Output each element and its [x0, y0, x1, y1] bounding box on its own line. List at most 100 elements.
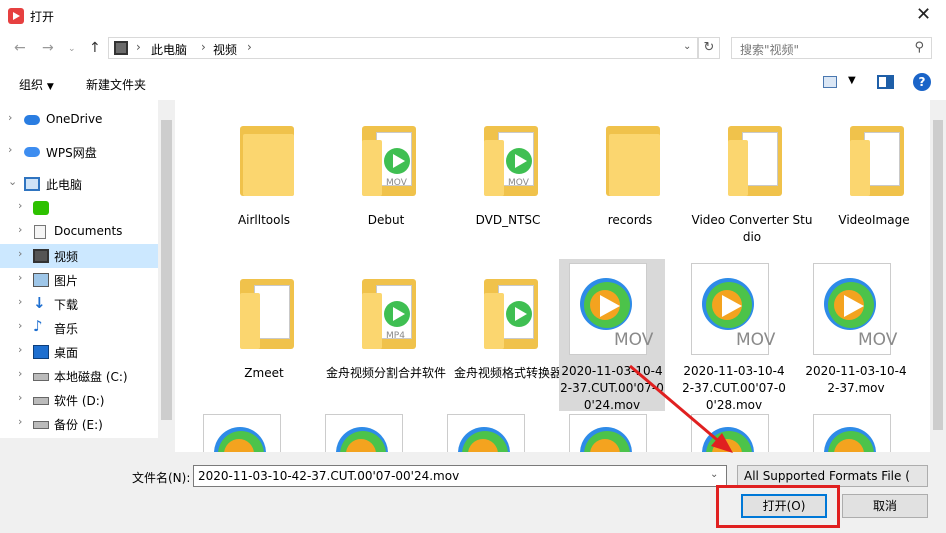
folder-doc-icon [240, 279, 294, 349]
chevron-right-icon[interactable]: › [18, 367, 22, 380]
chevron-right-icon[interactable]: › [18, 271, 22, 284]
folder-video-icon [484, 279, 538, 349]
sidebar-item-pictures[interactable]: › 图片 [0, 268, 158, 292]
desktop-icon [33, 345, 49, 359]
view-icon[interactable] [823, 76, 837, 88]
sidebar-scrollbar-thumb[interactable] [161, 120, 172, 420]
sidebar-item-wechat[interactable]: › [0, 196, 158, 220]
organize-label: 组织 [19, 78, 44, 92]
mov-file-icon[interactable] [691, 414, 769, 452]
chevron-right-icon[interactable]: › [18, 391, 22, 404]
chevron-right-icon[interactable]: › [18, 415, 22, 428]
file-item[interactable]: MOV 2020-11-03-10-42-37.mov [803, 259, 909, 409]
file-type-select[interactable]: All Supported Formats File ( [737, 465, 928, 487]
chevron-right-icon[interactable]: › [18, 247, 22, 260]
address-bar[interactable]: › 此电脑 › 视频 › ⌄ [108, 37, 698, 59]
sidebar-item-desktop[interactable]: › 桌面 [0, 340, 158, 364]
sidebar-item-wps[interactable]: › WPS网盘 [0, 140, 158, 164]
video-folder-icon [114, 41, 128, 55]
search-input[interactable]: 搜索"视频" ⚲ [731, 37, 932, 59]
file-item[interactable]: MOV DVD_NTSC [447, 108, 569, 258]
file-item[interactable]: MP4 金舟视频分割合并软件 [325, 261, 447, 411]
mov-file-icon[interactable] [569, 414, 647, 452]
folder-video-icon: MOV [484, 126, 538, 196]
search-icon: ⚲ [914, 40, 924, 55]
sidebar-item-label: WPS网盘 [46, 146, 97, 160]
file-name: Video Converter Studio [691, 213, 813, 244]
mov-file-icon[interactable] [203, 414, 281, 452]
chevron-down-icon[interactable]: ⌄ [683, 41, 691, 52]
breadcrumb-separator-icon[interactable]: › [201, 40, 206, 54]
help-icon[interactable]: ? [913, 73, 931, 91]
sidebar-item-downloads[interactable]: › ↓ 下载 [0, 292, 158, 316]
file-item[interactable]: records [569, 108, 691, 258]
file-grid-scrollbar-thumb[interactable] [933, 120, 943, 430]
breadcrumb-this-pc[interactable]: 此电脑 [151, 41, 187, 58]
sidebar-item-this-pc[interactable]: ⌄ 此电脑 [0, 172, 158, 196]
file-item[interactable]: MOV Debut [325, 108, 447, 258]
folder-video-icon: MOV [362, 126, 416, 196]
chevron-right-icon[interactable]: › [18, 295, 22, 308]
sidebar-item-label: 视频 [54, 250, 79, 264]
window-title: 打开 [30, 10, 55, 24]
mov-file-icon[interactable] [447, 414, 525, 452]
caret-down-icon[interactable]: ▼ [848, 75, 856, 86]
mov-file-icon[interactable] [325, 414, 403, 452]
file-item[interactable]: Video Converter Studio [691, 108, 813, 258]
new-folder-button[interactable]: 新建文件夹 [86, 76, 146, 93]
file-item[interactable]: MOV 2020-11-03-10-42-37.CUT.00'07-00'28.… [681, 259, 787, 412]
sidebar-horizontal-scrollbar[interactable] [0, 438, 175, 452]
sidebar-item-label: 本地磁盘 (C:) [54, 370, 128, 384]
chevron-down-icon[interactable]: ⌄ [8, 175, 17, 188]
sidebar-item-label: 音乐 [54, 322, 79, 336]
document-icon [34, 225, 46, 239]
sidebar-item-label: 软件 (D:) [54, 394, 105, 408]
back-arrow-icon[interactable]: ← [14, 40, 26, 56]
sidebar-item-label: 备份 (E:) [54, 418, 103, 432]
chevron-down-icon[interactable]: ⌄ [710, 469, 718, 480]
up-arrow-icon[interactable]: ↑ [89, 40, 101, 56]
file-name: Airlltools [237, 213, 291, 227]
file-name: DVD_NTSC [475, 213, 541, 227]
sidebar-item-drive-e[interactable]: › 备份 (E:) [0, 412, 158, 436]
file-item[interactable]: 金舟视频格式转换器 [447, 261, 569, 411]
file-item-selected[interactable]: MOV 2020-11-03-10-42-37.CUT.00'07-00'24.… [559, 259, 665, 412]
forward-arrow-icon[interactable]: → [42, 40, 54, 56]
sidebar-item-drive-d[interactable]: › 软件 (D:) [0, 388, 158, 412]
sidebar-item-videos[interactable]: › 视频 [0, 244, 158, 268]
folder-doc-icon [728, 126, 782, 196]
mov-file-icon[interactable] [813, 414, 891, 452]
chevron-right-icon[interactable]: › [8, 111, 12, 124]
wechat-icon [33, 201, 49, 215]
sidebar-item-drive-c[interactable]: › 本地磁盘 (C:) [0, 364, 158, 388]
file-item[interactable]: VideoImage [813, 108, 930, 258]
file-item[interactable]: Airlltools [203, 108, 325, 258]
refresh-button[interactable]: ↻ [698, 37, 720, 59]
close-icon[interactable]: ✕ [916, 4, 931, 25]
chevron-right-icon[interactable]: › [18, 223, 22, 236]
history-dropdown-icon[interactable]: ⌄ [68, 44, 76, 54]
sidebar-item-onedrive[interactable]: › OneDrive [0, 108, 158, 132]
chevron-right-icon[interactable]: › [18, 319, 22, 332]
preview-pane-icon[interactable] [877, 75, 894, 89]
breadcrumb-separator-icon[interactable]: › [136, 40, 141, 54]
sidebar-item-documents[interactable]: › Documents [0, 220, 158, 244]
sidebar-item-music[interactable]: › ♪ 音乐 [0, 316, 158, 340]
annotation-highlight-box [716, 485, 840, 528]
filename-input[interactable]: 2020-11-03-10-42-37.CUT.00'07-00'24.mov [193, 465, 727, 487]
caret-down-icon: ▼ [46, 82, 54, 92]
wps-cloud-icon [24, 147, 40, 157]
sidebar-item-label: 此电脑 [46, 178, 83, 192]
breadcrumb-videos[interactable]: 视频 [213, 41, 237, 58]
chevron-right-icon[interactable]: › [8, 143, 12, 156]
file-grid: Airlltools MOV Debut MOV DVD_NTSC record… [175, 100, 930, 452]
mov-file-icon: MOV [813, 263, 897, 355]
chevron-right-icon[interactable]: › [18, 343, 22, 356]
drive-icon [33, 373, 49, 381]
organize-button[interactable]: 组织 ▼ [19, 76, 54, 93]
file-item[interactable]: Zmeet [203, 261, 325, 411]
chevron-right-icon[interactable]: › [18, 199, 22, 212]
breadcrumb-separator-icon[interactable]: › [247, 40, 252, 54]
cancel-button[interactable]: 取消 [842, 494, 928, 518]
file-name: Zmeet [244, 366, 284, 380]
